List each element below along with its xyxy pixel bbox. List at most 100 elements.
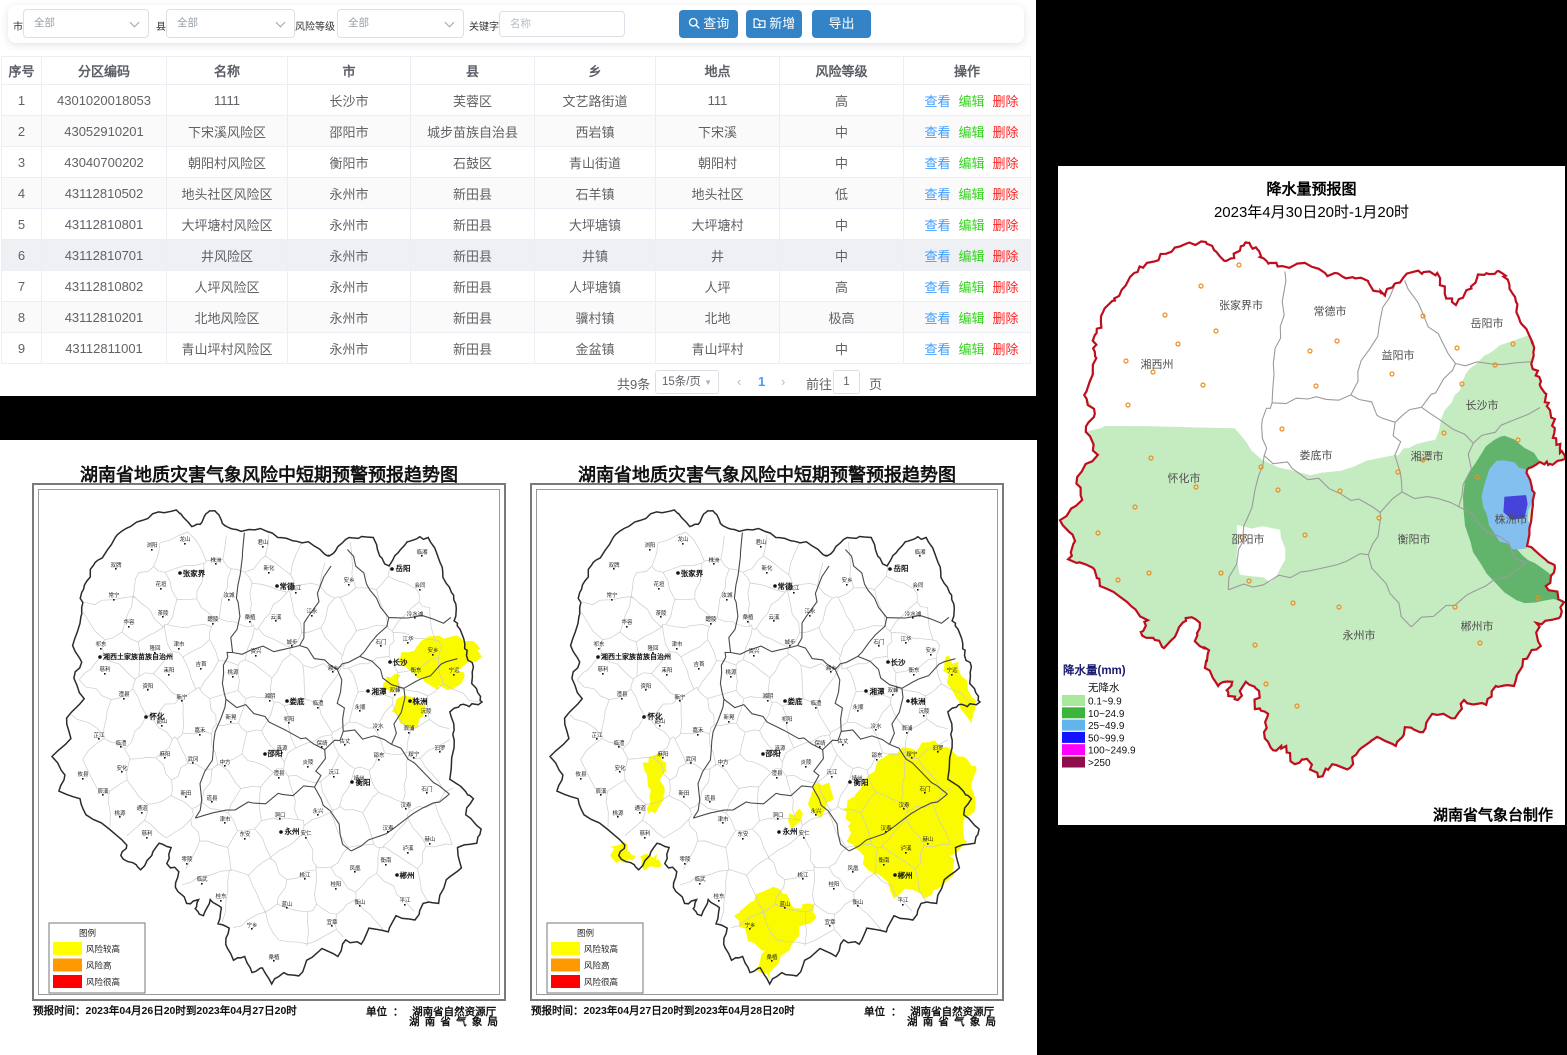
svg-text:永州市: 永州市 — [1343, 628, 1376, 642]
svg-text:临澧: 临澧 — [115, 739, 127, 747]
svg-text:茶陵: 茶陵 — [157, 609, 169, 617]
svg-text:石门: 石门 — [421, 785, 432, 793]
svg-text:永顺: 永顺 — [354, 703, 366, 711]
svg-text:安乡: 安乡 — [925, 646, 936, 654]
svg-text:25~49.9: 25~49.9 — [1088, 721, 1125, 732]
svg-text:中方: 中方 — [717, 758, 729, 766]
svg-text:吉首: 吉首 — [693, 660, 705, 668]
svg-text:沅陵: 沅陵 — [420, 707, 432, 715]
svg-text:道县: 道县 — [206, 794, 218, 802]
svg-text:桑植: 桑植 — [742, 613, 754, 621]
svg-text:>250: >250 — [1088, 758, 1111, 769]
svg-text:衡阳市: 衡阳市 — [1398, 532, 1431, 546]
svg-text:株洲: 株洲 — [911, 696, 926, 706]
svg-text:桃源: 桃源 — [612, 809, 624, 817]
svg-text:芷江: 芷江 — [93, 731, 105, 739]
svg-text:娄底市: 娄底市 — [1300, 448, 1333, 462]
svg-text:浏阳: 浏阳 — [146, 541, 157, 549]
svg-text:张家界市: 张家界市 — [1219, 298, 1263, 312]
svg-text:宜章: 宜章 — [824, 918, 836, 926]
svg-text:零陵: 零陵 — [181, 855, 193, 863]
svg-text:衡阳: 衡阳 — [854, 777, 869, 787]
svg-text:新化: 新化 — [263, 564, 275, 572]
svg-text:郴州市: 郴州市 — [1461, 619, 1494, 633]
svg-text:临澧: 临澧 — [613, 739, 625, 747]
svg-text:湘阴: 湘阴 — [762, 692, 774, 700]
svg-text:洞口: 洞口 — [274, 811, 285, 819]
svg-text:花垣: 花垣 — [155, 580, 167, 588]
svg-text:汨罗: 汨罗 — [434, 744, 445, 752]
svg-text:株洲: 株洲 — [210, 556, 222, 564]
svg-text:君山: 君山 — [755, 538, 766, 546]
svg-text:湘潭: 湘潭 — [372, 686, 387, 696]
svg-text:隆回: 隆回 — [149, 644, 161, 652]
svg-text:赫山: 赫山 — [424, 835, 435, 843]
svg-text:衡山: 衡山 — [852, 898, 863, 906]
svg-text:会同: 会同 — [414, 581, 426, 589]
svg-text:衡南: 衡南 — [380, 856, 392, 864]
svg-text:宁远: 宁远 — [448, 666, 460, 674]
svg-text:古丈: 古丈 — [837, 737, 849, 745]
svg-text:凤凰: 凤凰 — [349, 865, 361, 872]
svg-text:临澧: 临澧 — [810, 699, 822, 707]
svg-text:茶陵: 茶陵 — [655, 609, 667, 617]
svg-text:耒阳: 耒阳 — [163, 666, 174, 674]
svg-text:醴陵: 醴陵 — [207, 615, 219, 623]
svg-text:安化: 安化 — [614, 764, 626, 772]
svg-text:宁远: 宁远 — [946, 666, 958, 674]
svg-text:安乡: 安乡 — [427, 646, 438, 654]
svg-text:宜章: 宜章 — [326, 918, 338, 926]
svg-text:津市: 津市 — [219, 815, 231, 823]
svg-text:邵阳: 邵阳 — [267, 749, 283, 758]
svg-text:津市: 津市 — [717, 815, 729, 823]
svg-text:绥宁: 绥宁 — [906, 750, 918, 758]
svg-text:炎陵: 炎陵 — [800, 758, 812, 766]
svg-text:资阳: 资阳 — [142, 682, 153, 690]
svg-text:常德市: 常德市 — [1314, 304, 1347, 318]
svg-text:泸溪: 泸溪 — [402, 844, 414, 852]
svg-text:永兴: 永兴 — [810, 807, 822, 815]
svg-text:桃源: 桃源 — [114, 809, 126, 817]
svg-text:石门: 石门 — [919, 785, 930, 793]
svg-text:新宁: 新宁 — [176, 693, 188, 701]
svg-text:祁阳: 祁阳 — [781, 715, 792, 723]
svg-text:汉寿: 汉寿 — [400, 801, 412, 809]
svg-text:风险较高: 风险较高 — [584, 944, 618, 954]
svg-text:衡山: 衡山 — [354, 898, 365, 906]
svg-text:湘阴: 湘阴 — [264, 692, 276, 700]
svg-text:郴州: 郴州 — [400, 870, 415, 880]
svg-text:蓝山: 蓝山 — [779, 900, 790, 908]
svg-text:吉首: 吉首 — [195, 660, 207, 668]
svg-text:龙山: 龙山 — [179, 535, 190, 543]
svg-text:安乡: 安乡 — [841, 576, 852, 584]
svg-text:风险很高: 风险很高 — [86, 977, 120, 987]
svg-text:安仁: 安仁 — [798, 829, 810, 837]
svg-text:汝城: 汝城 — [721, 591, 733, 599]
svg-text:龙山: 龙山 — [677, 535, 688, 543]
svg-text:风险高: 风险高 — [584, 961, 610, 971]
svg-text:蓝山: 蓝山 — [281, 900, 292, 908]
svg-text:风险较高: 风险较高 — [86, 944, 120, 954]
svg-text:岳阳: 岳阳 — [894, 563, 909, 573]
svg-text:长沙: 长沙 — [891, 657, 906, 667]
svg-text:城步: 城步 — [784, 639, 796, 646]
svg-text:100~249.9: 100~249.9 — [1088, 746, 1136, 757]
svg-text:临澧: 临澧 — [312, 699, 324, 707]
svg-text:新宁: 新宁 — [674, 693, 686, 701]
svg-text:桂阳: 桂阳 — [828, 880, 839, 888]
svg-text:攸县: 攸县 — [77, 770, 89, 778]
svg-text:城步: 城步 — [286, 639, 298, 646]
svg-text:隆回: 隆回 — [647, 644, 659, 652]
svg-text:保靖: 保靖 — [814, 739, 826, 747]
svg-text:麻阳: 麻阳 — [159, 750, 170, 758]
svg-text:桑植: 桑植 — [268, 953, 280, 961]
svg-text:宁乡: 宁乡 — [744, 921, 755, 929]
svg-text:溆浦: 溆浦 — [901, 724, 913, 732]
svg-text:麻阳: 麻阳 — [657, 750, 668, 758]
svg-text:炎陵: 炎陵 — [302, 758, 314, 766]
svg-text:湘西州: 湘西州 — [1141, 357, 1174, 371]
svg-text:临湘: 临湘 — [416, 548, 428, 556]
svg-text:资阳: 资阳 — [640, 682, 651, 690]
svg-text:新田: 新田 — [678, 789, 689, 797]
svg-text:醴陵: 醴陵 — [705, 615, 717, 623]
